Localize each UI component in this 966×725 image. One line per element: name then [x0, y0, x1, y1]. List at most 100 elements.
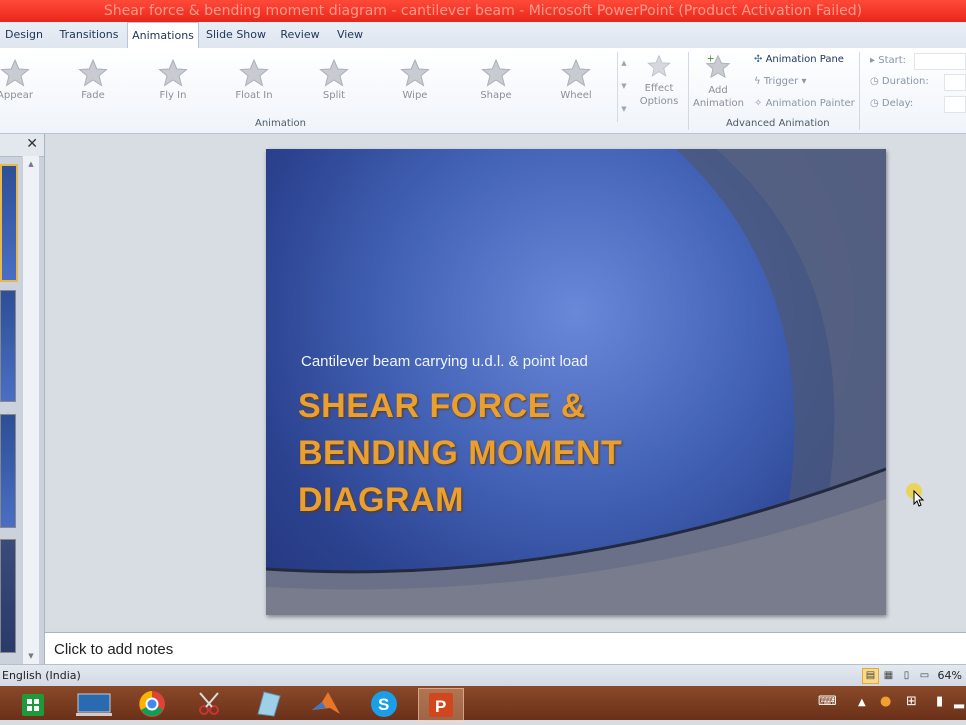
- trigger-button[interactable]: ϟ Trigger ▾: [754, 76, 807, 87]
- scroll-down-icon[interactable]: ▼: [618, 75, 630, 98]
- lightning-icon: ϟ: [754, 76, 761, 87]
- slide-sorter-icon[interactable]: ▦: [880, 668, 897, 684]
- windows-icon[interactable]: ⊞: [906, 694, 917, 709]
- animation-shape[interactable]: Shape: [463, 56, 529, 110]
- cursor-icon: [906, 483, 925, 507]
- tab-review[interactable]: Review: [276, 22, 324, 48]
- slide-background-arcs: [266, 149, 886, 615]
- notes-placeholder: Click to add notes: [54, 641, 174, 658]
- laptop-app-icon[interactable]: [72, 688, 116, 720]
- add-animation-label: Add Animation: [693, 85, 744, 109]
- store-icon[interactable]: [12, 688, 56, 720]
- star-icon: [400, 58, 430, 87]
- gallery-scroll[interactable]: ▲ ▼ ▼: [617, 52, 630, 122]
- slide[interactable]: Cantilever beam carrying u.d.l. & point …: [266, 149, 886, 615]
- separator: [859, 52, 860, 130]
- animation-float-in[interactable]: Float In: [221, 56, 287, 110]
- animation-fade[interactable]: Fade: [60, 56, 126, 110]
- powerpoint-icon[interactable]: P: [418, 688, 464, 722]
- scroll-down-icon[interactable]: ▼: [23, 652, 39, 660]
- delay-input[interactable]: [944, 96, 966, 113]
- animation-split[interactable]: Split: [301, 56, 367, 110]
- slide-thumbnail[interactable]: [0, 539, 16, 653]
- clock-icon: ◷: [870, 98, 879, 109]
- star-icon: [481, 58, 511, 87]
- clock-icon: ◷: [870, 76, 879, 87]
- slide-title[interactable]: SHEAR FORCE & BENDING MOMENT DIAGRAM: [298, 383, 622, 524]
- tab-view[interactable]: View: [330, 22, 370, 48]
- reading-view-icon[interactable]: ▯: [898, 668, 915, 684]
- skype-icon[interactable]: S: [362, 688, 406, 720]
- animation-fly-in[interactable]: Fly In: [140, 56, 206, 110]
- notes-pane[interactable]: Click to add notes: [45, 632, 966, 665]
- advanced-animation-group-label: Advanced Animation: [726, 118, 830, 129]
- slides-panel-header: ✕: [0, 134, 44, 157]
- title-bar: Shear force & bending moment diagram - c…: [0, 0, 966, 22]
- gallery-more-icon[interactable]: ▼: [618, 98, 630, 121]
- animation-painter-button[interactable]: ✧ Animation Painter: [754, 98, 855, 109]
- animation-appear[interactable]: Appear: [0, 56, 48, 110]
- scroll-up-icon[interactable]: ▲: [23, 160, 39, 168]
- network-icon[interactable]: ▂: [954, 694, 964, 709]
- animation-pane-icon: ✣: [754, 54, 763, 65]
- close-icon[interactable]: ✕: [26, 136, 38, 152]
- delay-label: ◷ Delay:: [870, 98, 914, 109]
- svg-text:P: P: [435, 697, 446, 716]
- ribbon: Appear Fade Fly In Float In Split Wipe S…: [0, 48, 966, 134]
- animation-pane-button[interactable]: ✣ Animation Pane: [754, 54, 844, 65]
- add-animation-button[interactable]: + Add Animation: [692, 52, 744, 110]
- scroll-up-icon[interactable]: ▲: [618, 52, 630, 75]
- star-icon: [0, 58, 30, 87]
- star-icon: [319, 58, 349, 87]
- keyboard-icon[interactable]: ⌨: [818, 694, 837, 709]
- status-bar: English (India) ▤ ▦ ▯ ▭ 64%: [0, 664, 966, 687]
- slides-scrollbar[interactable]: ▲ ▼: [22, 156, 39, 664]
- star-icon: [158, 58, 188, 87]
- taskbar: S P ⌨ ▲ ● ⊞ ▮ ▂: [0, 686, 966, 722]
- slide-title-line: SHEAR FORCE &: [298, 387, 586, 425]
- svg-text:+: +: [707, 53, 715, 64]
- effect-options-button[interactable]: Effect Options: [634, 54, 684, 108]
- tab-design[interactable]: Design: [0, 22, 48, 48]
- slide-thumbnail[interactable]: [0, 164, 18, 282]
- snipping-tool-icon[interactable]: [188, 688, 232, 720]
- slide-title-line: DIAGRAM: [298, 481, 464, 519]
- play-icon: ▸: [870, 55, 876, 66]
- effect-options-label: Effect Options: [639, 83, 679, 107]
- slide-show-icon[interactable]: ▭: [916, 668, 933, 684]
- ribbon-tab-bar: Design Transitions Animations Slide Show…: [0, 22, 966, 49]
- animation-wipe[interactable]: Wipe: [382, 56, 448, 110]
- window-title: Shear force & bending moment diagram - c…: [103, 3, 863, 19]
- normal-view-icon[interactable]: ▤: [862, 668, 879, 684]
- slide-thumbnail[interactable]: [0, 414, 16, 528]
- tab-transitions[interactable]: Transitions: [52, 22, 126, 48]
- animation-group-label: Animation: [255, 118, 306, 129]
- duration-input[interactable]: [944, 74, 966, 91]
- star-icon: [647, 54, 671, 77]
- mouse-cursor: [905, 482, 931, 512]
- language-indicator[interactable]: English (India): [2, 669, 81, 682]
- battery-icon[interactable]: ▮: [936, 694, 943, 709]
- start-select[interactable]: [914, 53, 966, 70]
- slide-thumbnail[interactable]: [0, 290, 16, 402]
- tab-animations[interactable]: Animations: [127, 22, 199, 49]
- separator: [688, 52, 689, 130]
- painter-icon: ✧: [754, 98, 763, 109]
- slides-panel: ✕ ▲ ▼: [0, 134, 45, 664]
- animation-wheel[interactable]: Wheel: [543, 56, 609, 110]
- zoom-level[interactable]: 64%: [938, 669, 962, 682]
- tray-app-icon[interactable]: ●: [880, 694, 891, 709]
- add-star-icon: +: [705, 53, 731, 79]
- duration-label: ◷ Duration:: [870, 76, 929, 87]
- star-icon: [78, 58, 108, 87]
- tray-expand-icon[interactable]: ▲: [858, 697, 866, 708]
- tab-slide-show[interactable]: Slide Show: [202, 22, 270, 48]
- slide-subtitle[interactable]: Cantilever beam carrying u.d.l. & point …: [301, 353, 588, 370]
- chrome-icon[interactable]: [130, 688, 174, 720]
- star-icon: [561, 58, 591, 87]
- paper-app-icon[interactable]: [246, 688, 290, 720]
- star-icon: [239, 58, 269, 87]
- matlab-icon[interactable]: [304, 688, 348, 720]
- slide-title-line: BENDING MOMENT: [298, 434, 623, 472]
- svg-text:S: S: [378, 695, 389, 714]
